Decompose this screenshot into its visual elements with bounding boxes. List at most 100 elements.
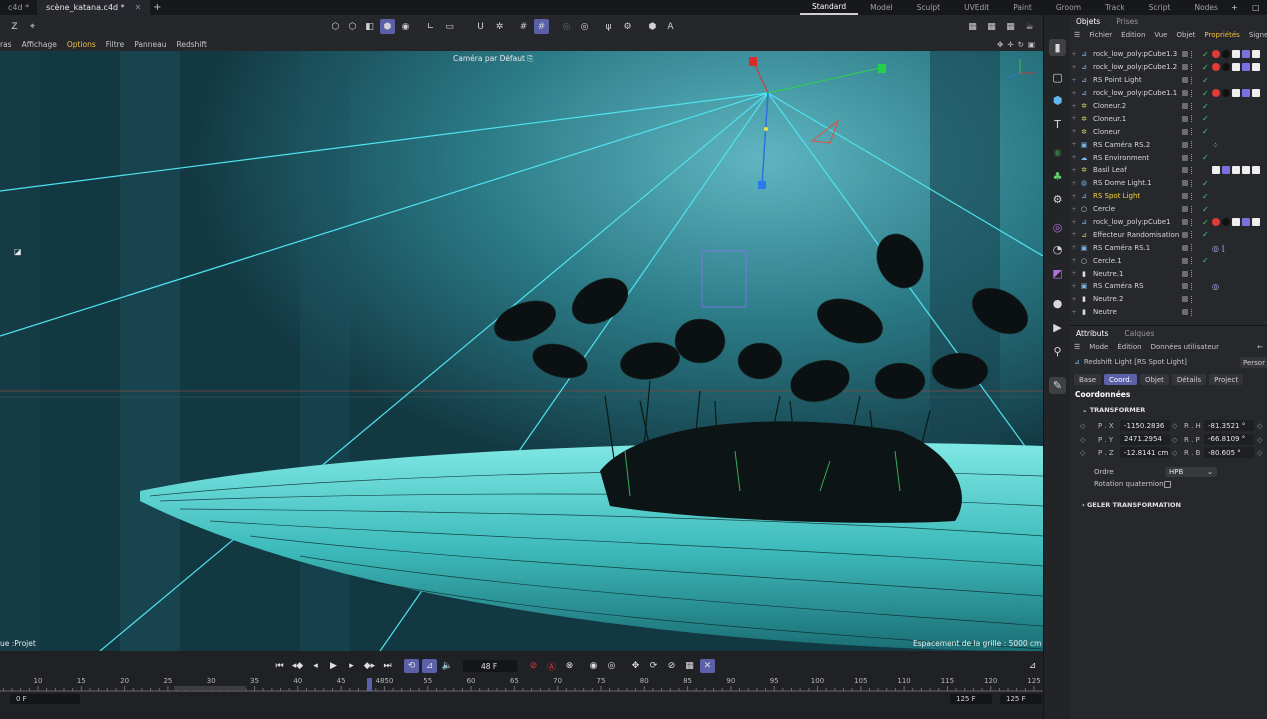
effector-tool-icon[interactable]: ⚙: [1049, 191, 1066, 208]
solo-icon[interactable]: ◎: [577, 19, 592, 34]
object-row[interactable]: + ⊿ rock_low_poly:pCube1 ✓: [1070, 216, 1267, 229]
tab-objets[interactable]: Objets: [1076, 17, 1100, 26]
visibility-flags[interactable]: [1182, 282, 1194, 290]
timeline-max-field[interactable]: 125 F: [1000, 694, 1042, 704]
polygons-mode-icon[interactable]: ⬢: [380, 19, 395, 34]
subtab-objet[interactable]: Objet: [1139, 374, 1169, 385]
rotation-field[interactable]: -80.605 °: [1204, 447, 1254, 458]
uv-mode-icon[interactable]: ◉: [398, 19, 413, 34]
visibility-flags[interactable]: [1182, 244, 1194, 252]
object-tags[interactable]: [1212, 63, 1260, 72]
layout-model[interactable]: Model: [858, 0, 905, 15]
enabled-check-icon[interactable]: ✓: [1202, 256, 1209, 265]
object-row[interactable]: + ✲ Cloneur.1 ✓: [1070, 112, 1267, 125]
object-row[interactable]: + ○ Cercle ✓: [1070, 203, 1267, 216]
expand-icon[interactable]: +: [1070, 231, 1078, 238]
menu-objet[interactable]: Objet: [1176, 31, 1195, 39]
axis-mode-icon[interactable]: ∟: [423, 19, 438, 34]
visibility-flags[interactable]: [1182, 128, 1194, 136]
enabled-check-icon[interactable]: ✓: [1202, 102, 1209, 111]
visibility-flags[interactable]: [1182, 257, 1194, 265]
tag-icon[interactable]: [1222, 166, 1230, 175]
tag-icon[interactable]: [1232, 218, 1240, 227]
edges-mode-icon[interactable]: ◧: [362, 19, 377, 34]
render-queue-icon[interactable]: ▦: [1003, 19, 1018, 34]
toggle-view-icon[interactable]: ▣: [1028, 40, 1035, 49]
workplane-icon[interactable]: #: [534, 19, 549, 34]
rotation-field[interactable]: -81.3521 °: [1204, 420, 1254, 431]
go-to-start-icon[interactable]: ⏮: [272, 659, 287, 673]
tag-icon[interactable]: [1242, 218, 1250, 227]
object-tags[interactable]: [1212, 89, 1260, 98]
tag-icon[interactable]: [1222, 63, 1230, 72]
preview-range-icon[interactable]: ⊿: [422, 659, 437, 673]
expand-icon[interactable]: +: [1070, 309, 1078, 316]
visibility-flags[interactable]: [1182, 89, 1194, 97]
visibility-flags[interactable]: [1182, 179, 1194, 187]
keyframe-diamond-icon[interactable]: ◇: [1172, 422, 1177, 430]
document-tab-1[interactable]: c4d *: [0, 0, 39, 15]
maximize-icon[interactable]: ▢: [1252, 0, 1260, 15]
snap-settings-icon[interactable]: ✲: [492, 19, 507, 34]
rectangle-tool-icon[interactable]: ▢: [1049, 69, 1066, 86]
param-key-icon[interactable]: ⟳: [646, 659, 661, 673]
generator-icon[interactable]: ⚛: [1049, 145, 1066, 162]
render-picture-icon[interactable]: ▦: [984, 19, 999, 34]
menu-donnees-utilisateur[interactable]: Données utilisateur: [1151, 343, 1219, 351]
z-axis-handle[interactable]: [758, 181, 766, 189]
cloner-tool-icon[interactable]: ♣: [1049, 168, 1066, 185]
object-row[interactable]: + ⊿ rock_low_poly:pCube1.1 ✓: [1070, 87, 1267, 100]
keyframe-diamond-icon[interactable]: ◇: [1257, 449, 1262, 457]
enabled-check-icon[interactable]: ✓: [1202, 205, 1209, 214]
layout-standard[interactable]: Standard: [800, 0, 859, 15]
rotation-key-icon[interactable]: ✥: [628, 659, 643, 673]
tag-icon[interactable]: [1252, 166, 1260, 175]
timeline-end-field[interactable]: 125 F: [950, 694, 992, 704]
position-field[interactable]: 2471.2954: [1120, 433, 1170, 445]
visibility-flags[interactable]: [1182, 308, 1194, 316]
expand-icon[interactable]: +: [1070, 283, 1078, 290]
y-axis-handle[interactable]: [878, 64, 886, 73]
expand-icon[interactable]: +: [1070, 296, 1078, 303]
object-row[interactable]: + ⊿ Effecteur Randomisation ✓: [1070, 228, 1267, 241]
visibility-flags[interactable]: [1182, 154, 1194, 162]
keyframe-diamond-icon[interactable]: ◇: [1172, 436, 1177, 444]
add-tab-icon[interactable]: +: [150, 2, 164, 13]
expand-icon[interactable]: +: [1070, 103, 1078, 110]
move-icon[interactable]: ✛: [1007, 40, 1013, 49]
position-key-icon[interactable]: ◉: [586, 659, 601, 673]
viewport-camera-label[interactable]: Caméra par Défaut ⎘: [453, 54, 533, 64]
visibility-flags[interactable]: [1182, 102, 1194, 110]
enabled-check-icon[interactable]: ✓: [1202, 50, 1209, 59]
lock-icon[interactable]: ◎: [559, 19, 574, 34]
menu-mode[interactable]: Mode: [1089, 343, 1108, 351]
expand-icon[interactable]: +: [1070, 115, 1078, 122]
preset-button[interactable]: Persor: [1240, 357, 1267, 368]
cube-icon[interactable]: ⬢: [1049, 92, 1066, 109]
tag-icon[interactable]: [1242, 166, 1250, 175]
pla-key-icon[interactable]: ⊘: [664, 659, 679, 673]
deformer-icon[interactable]: ◎: [1049, 219, 1066, 236]
menu-options[interactable]: Options: [67, 40, 96, 49]
tag-icon[interactable]: [1242, 89, 1250, 98]
object-tags[interactable]: [1212, 218, 1260, 227]
document-tab-2[interactable]: scène_katana.c4d * ✕: [38, 0, 151, 15]
object-row[interactable]: + ✲ Basil Leaf: [1070, 164, 1267, 177]
render-view-icon[interactable]: ▦: [965, 19, 980, 34]
enabled-check-icon[interactable]: ✓: [1202, 192, 1209, 201]
layout-nodes[interactable]: Nodes: [1182, 0, 1229, 15]
object-row[interactable]: + ⊿ rock_low_poly:pCube1.2 ✓: [1070, 61, 1267, 74]
coordinate-system-icon[interactable]: ⌖: [25, 19, 40, 34]
keyframe-diamond-icon[interactable]: ◇: [1080, 436, 1085, 444]
timeline-ruler[interactable]: 10 15 20 25 30 35 40 45 4850 55 60 65 70 75 80 85 90 95 10…: [0, 677, 1043, 695]
tag-icon[interactable]: ⁘: [1212, 141, 1220, 150]
keyframe-diamond-icon[interactable]: ◇: [1080, 422, 1085, 430]
keyframe-diamond-icon[interactable]: ◇: [1257, 422, 1262, 430]
layout-paint[interactable]: Paint: [1001, 0, 1044, 15]
scale-key-icon[interactable]: ◎: [604, 659, 619, 673]
current-frame-field[interactable]: 48 F: [463, 660, 517, 672]
visibility-flags[interactable]: [1182, 63, 1194, 71]
expand-icon[interactable]: +: [1070, 244, 1078, 251]
subtab-details[interactable]: Détails: [1171, 374, 1207, 385]
ordre-select[interactable]: HPB ⌄: [1165, 467, 1217, 477]
